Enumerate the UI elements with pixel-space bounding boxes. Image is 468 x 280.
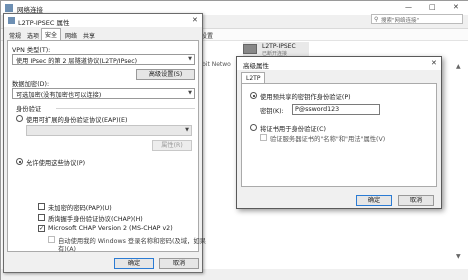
key-label: 密钥(K): (260, 108, 284, 115)
encryption-select[interactable]: 可选加密(没有加密也可以连接) ▼ (12, 88, 195, 99)
vpn-type-select[interactable]: 使用 IPsec 的第 2 层隧道协议(L2TP/IPsec) ▼ (12, 54, 195, 65)
auth-section-label: 身份验证 (16, 106, 42, 113)
network-folder-icon (5, 4, 13, 12)
encryption-value: 可选加密(没有加密也可以连接) (16, 92, 102, 99)
tab-sharing[interactable]: 共享 (80, 30, 98, 40)
vpn-type-label: VPN 类型(T): (12, 47, 51, 54)
close-button[interactable]: ✕ (453, 3, 459, 11)
mschapv2-label: Microsoft CHAP Version 2 (MS-CHAP v2) (48, 225, 173, 232)
vpn-type-value: 使用 IPsec 的第 2 层隧道协议(L2TP/IPsec) (16, 58, 138, 65)
pap-checkbox[interactable] (38, 203, 45, 210)
tab-network[interactable]: 网络 (62, 30, 80, 40)
scroll-up-icon[interactable]: ▲ (456, 63, 461, 70)
chevron-down-icon: ▼ (185, 127, 189, 133)
psk-key-value: P@ssword123 (295, 106, 340, 113)
eap-properties-button[interactable]: 属性(R) (152, 140, 192, 151)
maximize-button[interactable]: □ (429, 3, 436, 11)
auto-logon-label-cont: 有)(A) (58, 246, 76, 253)
security-panel: VPN 类型(T): 使用 IPsec 的第 2 层隧道协议(L2TP/IPse… (7, 40, 206, 253)
search-icon: ⚲ (374, 16, 379, 23)
chevron-down-icon: ▼ (188, 90, 192, 96)
psk-key-input[interactable]: P@ssword123 (292, 104, 380, 115)
cancel-button[interactable]: 取消 (159, 258, 199, 269)
properties-titlebar: L2TP-IPSEC 属性 ✕ (4, 14, 202, 27)
tab-general[interactable]: 常规 (6, 30, 24, 40)
connection-name: L2TP-IPSEC (262, 43, 296, 50)
psk-radio[interactable] (250, 92, 257, 99)
vpn-connection-icon (243, 44, 257, 54)
verify-cert-checkbox[interactable] (260, 134, 267, 141)
scroll-down-icon[interactable]: ▼ (456, 253, 461, 260)
network-adapter-text[interactable]: bit Netwo (202, 61, 231, 68)
ok-button[interactable]: 确定 (356, 195, 392, 206)
search-placeholder: 搜索"网络连接" (381, 18, 420, 24)
auto-logon-checkbox[interactable] (48, 236, 55, 243)
minimize-button[interactable]: — (405, 3, 412, 11)
vertical-scrollbar[interactable]: ▲ ▼ (456, 63, 466, 263)
chevron-down-icon: ▼ (188, 56, 192, 62)
allow-protocols-radio[interactable] (16, 158, 23, 165)
advanced-title: 高级属性 (243, 62, 269, 70)
allow-protocols-label: 允许使用这些协议(P) (26, 160, 86, 167)
properties-tabs: 常规 选项 安全 网络 共享 (4, 27, 202, 40)
advanced-settings-button[interactable]: 高级设置(S) (136, 69, 195, 80)
mschapv2-checkbox[interactable]: ✓ (38, 225, 45, 232)
connection-item-l2tp[interactable]: L2TP-IPSEC 已断开连接 (243, 42, 309, 57)
tab-l2tp[interactable]: L2TP (241, 72, 266, 83)
auth-section-divider (56, 108, 195, 109)
cert-radio[interactable] (250, 124, 257, 131)
close-icon[interactable]: ✕ (431, 59, 437, 67)
eap-radio[interactable] (16, 115, 23, 122)
eap-method-select[interactable]: ▼ (26, 125, 192, 136)
properties-title: L2TP-IPSEC 属性 (18, 19, 70, 27)
chap-checkbox[interactable] (38, 214, 45, 221)
cancel-button[interactable]: 取消 (398, 195, 434, 206)
l2tp-properties-window: L2TP-IPSEC 属性 ✕ 常规 选项 安全 网络 共享 VPN 类型(T)… (3, 13, 206, 273)
close-icon[interactable]: ✕ (192, 16, 198, 24)
eap-radio-label: 使用可扩展的身份验证协议(EAP)(E) (26, 117, 128, 124)
verify-cert-label: 验证服务器证书的"名称"和"用法"属性(V) (270, 136, 386, 143)
auto-logon-label: 自动使用我的 Windows 登录名称和密码(及域，如果 (58, 238, 206, 245)
advanced-titlebar: 高级属性 ✕ (237, 57, 441, 70)
l2tp-panel: 使用预共享的密钥作身份验证(P) 密钥(K): P@ssword123 将证书用… (241, 83, 437, 187)
advanced-properties-dialog: 高级属性 ✕ L2TP 使用预共享的密钥作身份验证(P) 密钥(K): P@ss… (236, 56, 442, 209)
tab-options[interactable]: 选项 (24, 30, 42, 40)
cert-radio-label: 将证书用于身份验证(C) (260, 126, 326, 133)
ok-button[interactable]: 确定 (114, 258, 154, 269)
chap-label: 质询握手身份验证协议(CHAP)(H) (48, 216, 143, 223)
vpn-icon (8, 17, 15, 24)
encryption-label: 数据加密(D): (12, 81, 50, 88)
search-box[interactable]: ⚲ 搜索"网络连接" (371, 14, 463, 24)
tab-security[interactable]: 安全 (41, 28, 62, 40)
psk-radio-label: 使用预共享的密钥作身份验证(P) (260, 94, 351, 101)
pap-label: 未加密的密码(PAP)(U) (48, 205, 112, 212)
